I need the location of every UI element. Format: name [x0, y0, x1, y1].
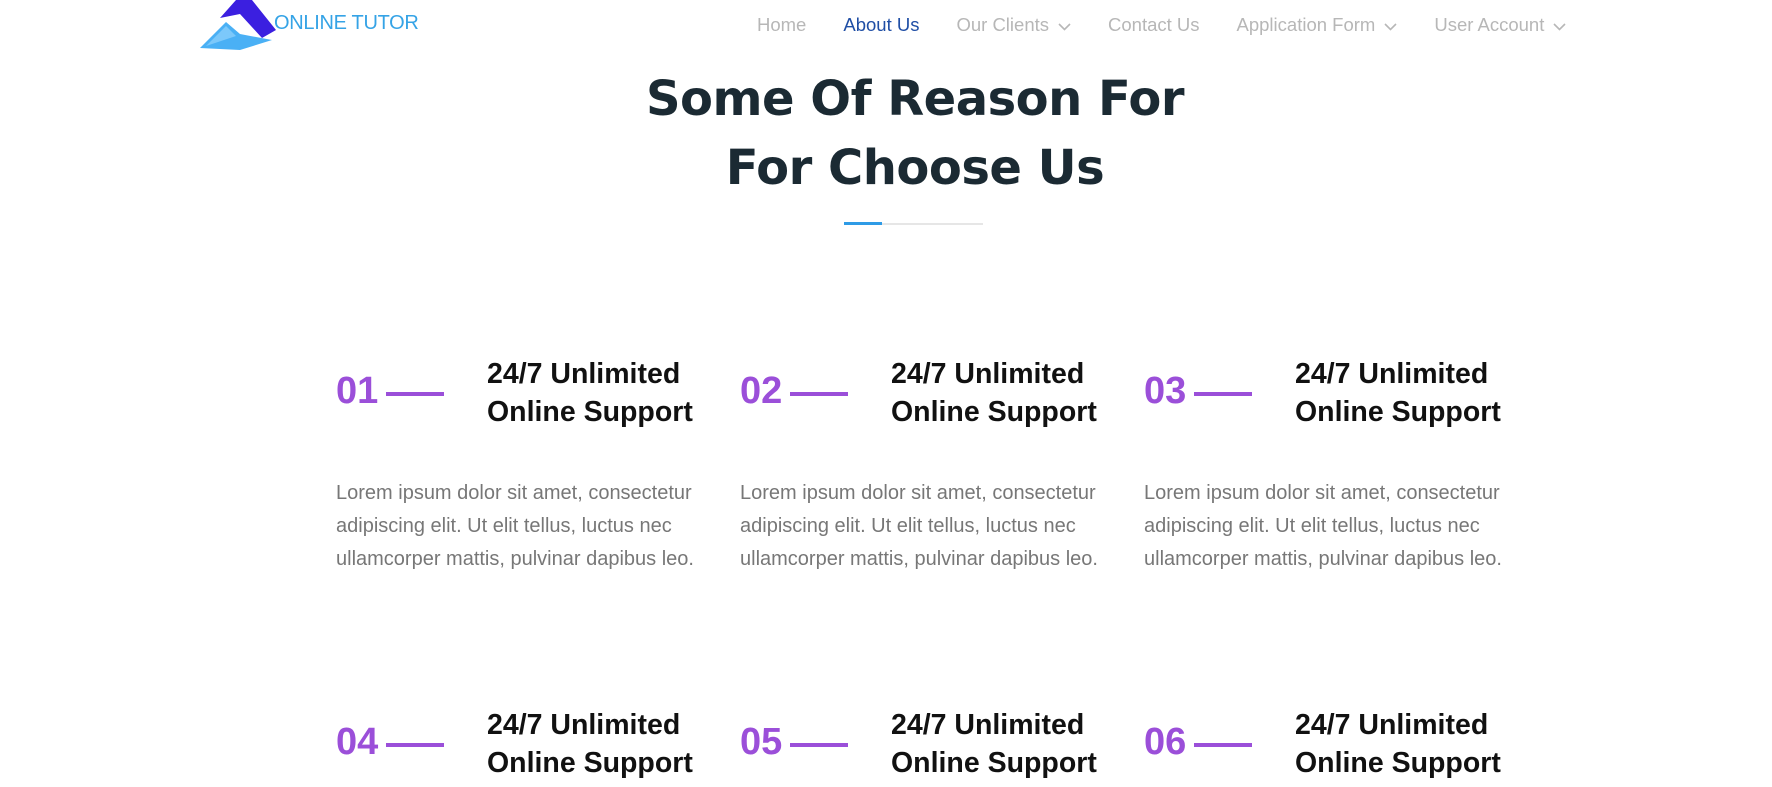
feature-line — [790, 392, 848, 396]
nav-contact-us[interactable]: Contact Us — [1108, 14, 1200, 36]
nav-label: Application Form — [1236, 14, 1376, 35]
feature-title-line-2: Online Support — [891, 396, 1097, 428]
feature-description: Lorem ipsum dolor sit amet, consectetur … — [740, 482, 1098, 570]
nav-user-account[interactable]: User Account — [1434, 14, 1566, 36]
feature-card: 06 24/7 Unlimited Online Support — [1144, 706, 1514, 787]
feature-number: 04 — [336, 721, 379, 763]
feature-card: 03 24/7 Unlimited Online Support Lorem i… — [1144, 355, 1514, 570]
feature-title-line-2: Online Support — [1295, 396, 1501, 428]
title-divider — [844, 222, 983, 225]
feature-number: 02 — [740, 370, 783, 412]
nav-label: Our Clients — [956, 14, 1049, 35]
triangle-logo-icon — [200, 0, 276, 50]
feature-title: 24/7 Unlimited Online Support — [487, 706, 693, 782]
feature-card: 04 24/7 Unlimited Online Support — [336, 706, 706, 787]
feature-header: 06 24/7 Unlimited Online Support — [1144, 706, 1514, 787]
feature-header: 05 24/7 Unlimited Online Support — [740, 706, 1110, 787]
feature-number: 06 — [1144, 721, 1187, 763]
chevron-down-icon — [1384, 14, 1397, 36]
feature-title-line-1: 24/7 Unlimited — [891, 358, 1085, 390]
feature-title-line-2: Online Support — [1295, 747, 1501, 779]
section-title: Some Of Reason For For Choose Us — [29, 65, 1772, 203]
feature-line — [1194, 743, 1252, 747]
feature-line — [386, 743, 444, 747]
nav-application-form[interactable]: Application Form — [1237, 14, 1398, 36]
site-logo[interactable]: ONLINE TUTOR — [196, 0, 419, 50]
feature-card: 05 24/7 Unlimited Online Support — [740, 706, 1110, 787]
feature-number: 01 — [336, 370, 379, 412]
feature-card: 01 24/7 Unlimited Online Support Lorem i… — [336, 355, 706, 570]
nav-about-us[interactable]: About Us — [843, 14, 919, 36]
chevron-down-icon — [1553, 14, 1566, 36]
nav-home[interactable]: Home — [757, 14, 806, 36]
feature-title-line-1: 24/7 Unlimited — [1295, 358, 1489, 390]
feature-header: 04 24/7 Unlimited Online Support — [336, 706, 706, 787]
feature-description: Lorem ipsum dolor sit amet, consectetur … — [1144, 482, 1502, 570]
feature-title: 24/7 Unlimited Online Support — [891, 706, 1097, 782]
feature-title: 24/7 Unlimited Online Support — [1295, 706, 1501, 782]
feature-line — [790, 743, 848, 747]
chevron-down-icon — [1058, 14, 1071, 36]
main-nav: Home About Us Our Clients Contact Us App… — [757, 13, 1566, 37]
section-title-line-1: Some Of Reason For — [645, 71, 1185, 127]
nav-our-clients[interactable]: Our Clients — [956, 14, 1071, 36]
feature-header: 02 24/7 Unlimited Online Support — [740, 355, 1110, 441]
nav-label: User Account — [1434, 14, 1545, 35]
feature-title: 24/7 Unlimited Online Support — [487, 355, 693, 431]
section-title-line-2: For Choose Us — [725, 140, 1105, 196]
nav-label: About Us — [843, 14, 920, 35]
feature-title-line-2: Online Support — [487, 747, 693, 779]
nav-label: Home — [757, 14, 807, 35]
feature-number: 05 — [740, 721, 783, 763]
feature-header: 03 24/7 Unlimited Online Support — [1144, 355, 1514, 441]
feature-title-line-1: 24/7 Unlimited — [891, 709, 1085, 741]
feature-title-line-1: 24/7 Unlimited — [1295, 709, 1489, 741]
feature-number: 03 — [1144, 370, 1187, 412]
feature-title-line-2: Online Support — [891, 747, 1097, 779]
feature-title-line-1: 24/7 Unlimited — [487, 709, 681, 741]
feature-header: 01 24/7 Unlimited Online Support — [336, 355, 706, 441]
title-divider-accent — [844, 222, 882, 225]
feature-line — [1194, 392, 1252, 396]
feature-line — [386, 392, 444, 396]
feature-description: Lorem ipsum dolor sit amet, consectetur … — [336, 482, 694, 570]
feature-title-line-1: 24/7 Unlimited — [487, 358, 681, 390]
feature-title: 24/7 Unlimited Online Support — [891, 355, 1097, 431]
feature-title: 24/7 Unlimited Online Support — [1295, 355, 1501, 431]
nav-label: Contact Us — [1108, 14, 1200, 35]
feature-title-line-2: Online Support — [487, 396, 693, 428]
brand-name: ONLINE TUTOR — [274, 12, 419, 34]
feature-card: 02 24/7 Unlimited Online Support Lorem i… — [740, 355, 1110, 570]
